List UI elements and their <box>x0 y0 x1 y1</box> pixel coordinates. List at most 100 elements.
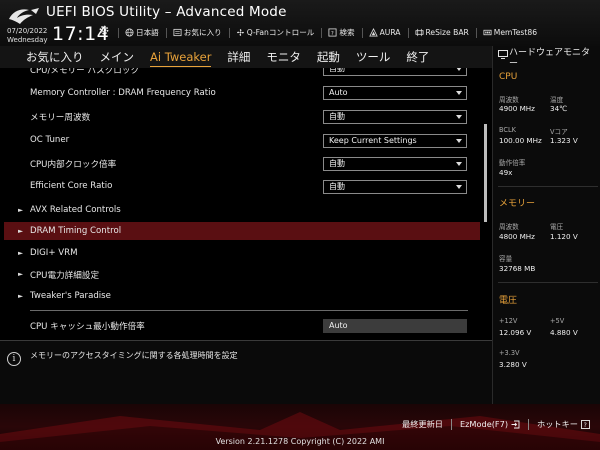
svg-text:?: ? <box>331 31 334 37</box>
help-text: メモリーのアクセスタイミングに関する各処理時間を設定 <box>30 351 238 360</box>
search-help-icon: ? <box>328 28 337 37</box>
gear-icon[interactable] <box>98 24 110 36</box>
qfan-label: Q-Fanコントロール <box>246 28 315 37</box>
tab-advanced[interactable]: 詳細 <box>227 49 250 65</box>
setting-row-cpu-cache-min[interactable]: CPU キャッシュ最小動作倍率 Auto <box>0 319 480 334</box>
cpu-core-ratio-dropdown[interactable]: 自動 <box>323 157 467 171</box>
favorites-label: お気に入り <box>183 28 222 37</box>
chevron-down-icon <box>456 68 462 71</box>
aura-button[interactable]: AURA <box>368 28 401 37</box>
tab-tool[interactable]: ツール <box>356 49 391 65</box>
help-icon: ? <box>581 419 590 429</box>
hardware-monitor-title: ハードウェアモニター <box>509 48 591 69</box>
toolbar-separator <box>361 27 363 38</box>
voltage-section-title: 電圧 <box>499 296 518 306</box>
toolbar-separator <box>165 27 167 38</box>
input-value: Auto <box>329 321 348 330</box>
efficient-core-ratio-dropdown[interactable]: 自動 <box>323 180 467 194</box>
submenu-label: AVX Related Controls <box>30 205 121 215</box>
hotkeys-button[interactable]: ホットキー ? <box>537 418 590 430</box>
language-button[interactable]: 日本語 <box>125 27 159 38</box>
cpu-ratio-value: 49x <box>499 168 513 177</box>
memory-section-title: メモリー <box>499 199 536 209</box>
main-menu: お気に入り メイン Ai Tweaker 詳細 モニタ 起動 ツール 終了 <box>0 46 492 68</box>
memory-controller-dropdown[interactable]: Auto <box>323 86 467 100</box>
scrollbar-thumb[interactable] <box>484 124 487 222</box>
hw-separator <box>498 282 598 283</box>
chevron-right-icon: ► <box>18 206 23 214</box>
cpu-frequency-label: 周波数 <box>499 96 519 104</box>
footer-separator <box>528 418 530 430</box>
oc-tuner-dropdown[interactable]: Keep Current Settings <box>323 134 467 148</box>
memory-voltage-label: 電圧 <box>550 223 564 231</box>
resize-bar-icon <box>414 28 424 37</box>
setting-label: CPU内部クロック倍率 <box>30 160 117 170</box>
last-modified-label: 最終更新日 <box>402 419 443 429</box>
submenu-dram-timing[interactable]: ► DRAM Timing Control <box>0 226 480 240</box>
setting-label: CPU キャッシュ最小動作倍率 <box>30 322 145 332</box>
resize-bar-label: ReSize BAR <box>425 28 469 37</box>
submenu-digi-vrm[interactable]: ► DIGI+ VRM <box>0 248 480 262</box>
settings-panel: CPU/メモリー バスクロック 自動 Memory Controller : D… <box>0 68 492 340</box>
submenu-tweakers-paradise[interactable]: ► Tweaker's Paradise <box>0 291 480 305</box>
last-modified-button[interactable]: 最終更新日 <box>402 418 443 430</box>
setting-row-memory-frequency[interactable]: メモリー周波数 自動 <box>0 110 480 125</box>
app-title: UEFI BIOS Utility – Advanced Mode <box>46 4 287 20</box>
tab-exit[interactable]: 終了 <box>406 49 429 65</box>
v33-label: +3.3V <box>499 349 520 357</box>
setting-row-bclk[interactable]: CPU/メモリー バスクロック 自動 <box>0 68 480 78</box>
memory-frequency-value: 4800 MHz <box>499 232 535 241</box>
toolbar-separator <box>475 27 477 38</box>
help-info-bar: i メモリーのアクセスタイミングに関する各処理時間を設定 <box>0 340 492 404</box>
v5-value: 4.880 V <box>550 328 578 337</box>
setting-row-cpu-core-ratio[interactable]: CPU内部クロック倍率 自動 <box>0 157 480 172</box>
resize-bar-button[interactable]: ReSize BAR <box>414 28 469 37</box>
qfan-button[interactable]: Q-Fanコントロール <box>236 27 315 38</box>
footer-buttons: 最終更新日 EzMode(F7) ホットキー ? <box>402 418 590 430</box>
favorites-button[interactable]: お気に入り <box>173 27 222 38</box>
chevron-down-icon <box>456 185 462 189</box>
submenu-label: DIGI+ VRM <box>30 248 78 258</box>
submenu-label: DRAM Timing Control <box>30 226 122 236</box>
chevron-down-icon <box>456 91 462 95</box>
submenu-avx[interactable]: ► AVX Related Controls <box>0 205 480 219</box>
ezmode-button[interactable]: EzMode(F7) <box>460 419 520 429</box>
dropdown-value: 自動 <box>329 68 345 73</box>
setting-label: CPU/メモリー バスクロック <box>30 68 140 76</box>
setting-row-oc-tuner[interactable]: OC Tuner Keep Current Settings <box>0 134 480 149</box>
setting-row-efficient-core-ratio[interactable]: Efficient Core Ratio 自動 <box>0 180 480 195</box>
memtest-button[interactable]: MemTest86 <box>483 28 537 37</box>
ezmode-label: EzMode(F7) <box>459 419 509 429</box>
cpu-frequency-value: 4900 MHz <box>499 104 535 113</box>
tab-monitor[interactable]: モニタ <box>266 49 301 65</box>
memory-voltage-value: 1.120 V <box>550 232 578 241</box>
copyright-text: Version 2.21.1278 Copyright (C) 2022 AMI <box>215 437 385 446</box>
submenu-cpu-power[interactable]: ► CPU電力詳細設定 <box>0 269 480 283</box>
setting-row-memory-controller[interactable]: Memory Controller : DRAM Frequency Ratio… <box>0 86 480 102</box>
cpu-cache-min-input[interactable]: Auto <box>323 319 467 333</box>
toolbar-separator <box>228 27 230 38</box>
header-bar: UEFI BIOS Utility – Advanced Mode 07/20/… <box>0 0 600 46</box>
exit-arrow-icon <box>511 420 520 428</box>
setting-label: メモリー周波数 <box>30 113 91 123</box>
memory-frequency-label: 周波数 <box>499 223 519 231</box>
tab-main[interactable]: メイン <box>100 49 135 65</box>
tab-boot[interactable]: 起動 <box>317 49 340 65</box>
chevron-right-icon: ► <box>18 227 23 235</box>
globe-icon <box>125 28 134 37</box>
tab-favorites[interactable]: お気に入り <box>26 49 84 65</box>
cpu-temperature-label: 温度 <box>550 96 564 104</box>
search-button[interactable]: ? 検索 <box>328 27 355 38</box>
rog-logo <box>9 8 39 24</box>
vcore-label: Vコア <box>550 128 568 136</box>
cpu-temperature-value: 34℃ <box>550 104 568 113</box>
v33-value: 3.280 V <box>499 360 527 369</box>
hw-separator <box>498 186 598 187</box>
dropdown-value: 自動 <box>329 182 345 191</box>
bclk-dropdown[interactable]: 自動 <box>323 68 467 76</box>
svg-text:?: ? <box>584 422 587 429</box>
language-label: 日本語 <box>136 28 159 37</box>
chevron-right-icon: ► <box>18 249 23 257</box>
memory-frequency-dropdown[interactable]: 自動 <box>323 110 467 124</box>
tab-ai-tweaker[interactable]: Ai Tweaker <box>150 50 212 67</box>
